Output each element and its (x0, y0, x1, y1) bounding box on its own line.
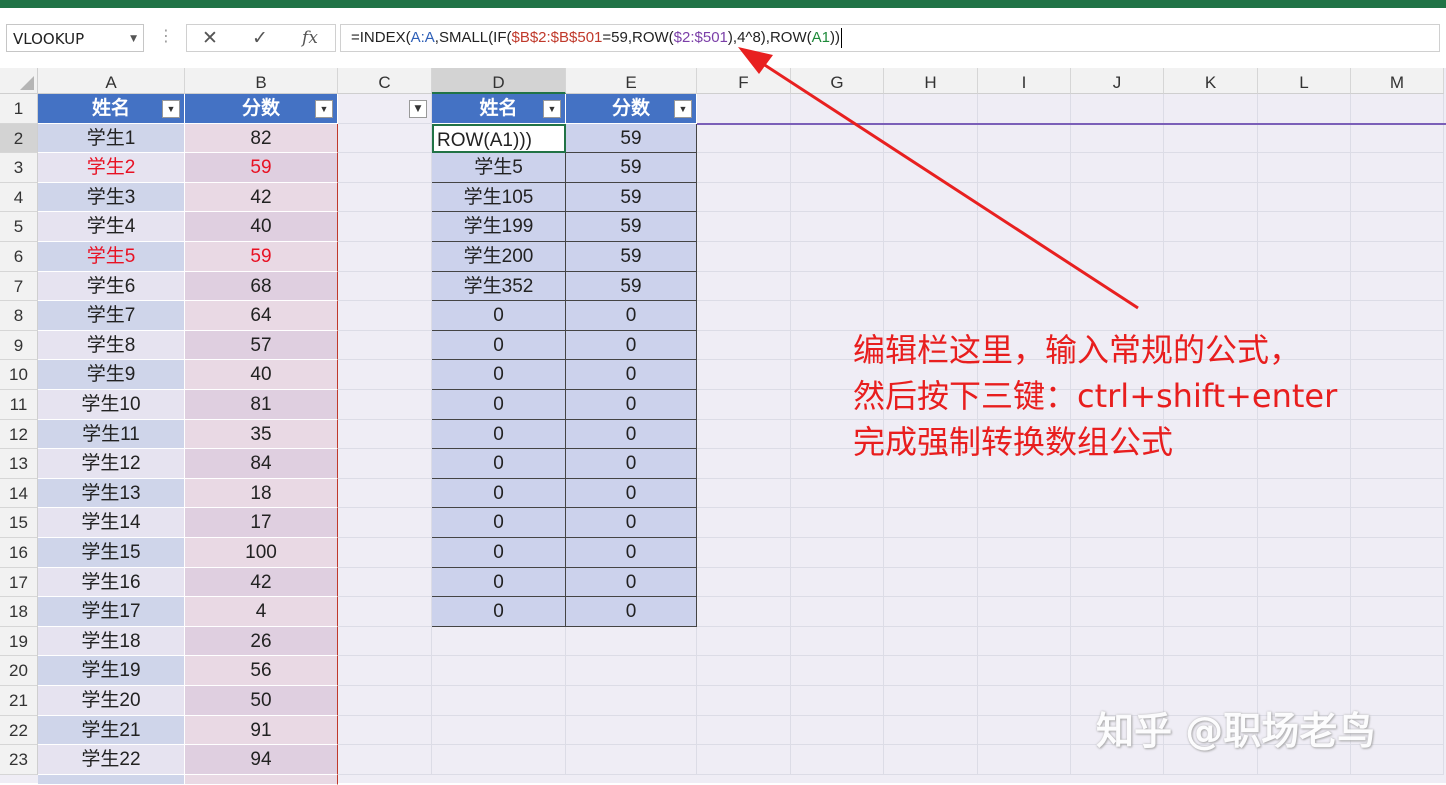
arrow-head-icon (738, 47, 773, 74)
annotation-line-2: 然后按下三键：ctrl+shift+enter (853, 377, 1338, 415)
annotation-text: 编辑栏这里，输入常规的公式， 然后按下三键：ctrl+shift+enter 完… (853, 327, 1337, 465)
watermark: 知乎 @职场老鸟 (1096, 709, 1376, 753)
annotation-line-3: 完成强制转换数组公式 (853, 423, 1174, 461)
annotation-arrow (756, 58, 1139, 310)
annotation-line-1: 编辑栏这里，输入常规的公式， (853, 331, 1302, 369)
